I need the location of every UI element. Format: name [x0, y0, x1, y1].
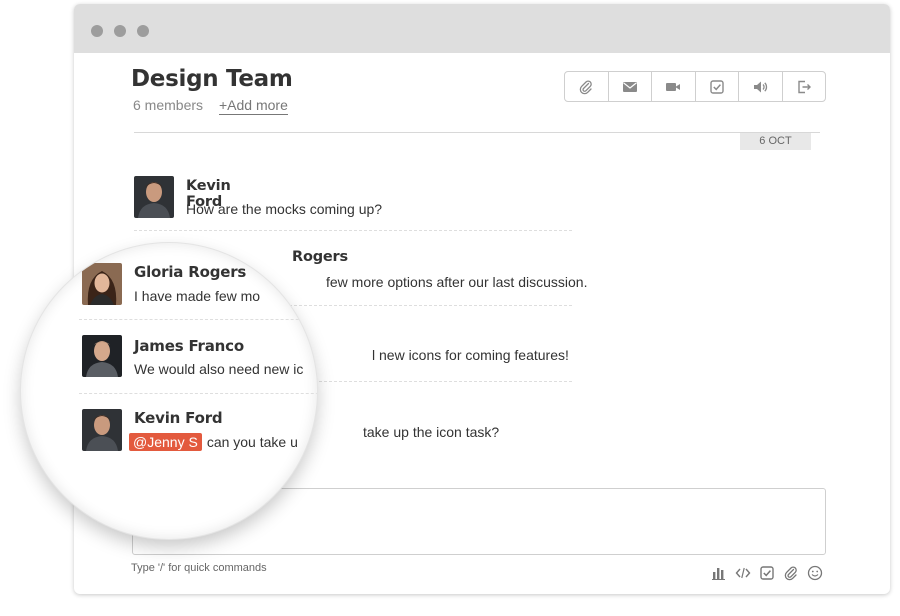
message-text: can you take u	[206, 434, 298, 450]
message-sender[interactable]: James Franco	[134, 337, 244, 355]
avatar[interactable]	[82, 409, 122, 451]
video-call-button[interactable]	[652, 72, 696, 101]
message-text: take up the icon task?	[363, 424, 500, 440]
magnifier-lens: Gloria Rogers I have made few mo James F…	[21, 243, 317, 539]
message-text: I have made few mo	[134, 288, 261, 304]
avatar[interactable]	[134, 176, 174, 218]
leave-button[interactable]	[783, 72, 826, 101]
code-icon	[735, 567, 750, 578]
avatar[interactable]	[82, 263, 122, 305]
add-more-link[interactable]: +Add more	[219, 97, 288, 115]
poll-button[interactable]	[710, 564, 727, 581]
message-text: few more options after our last discussi…	[326, 274, 588, 290]
page-title: Design Team	[131, 66, 293, 92]
window-titlebar	[74, 4, 890, 53]
paperclip-icon	[784, 565, 797, 580]
email-button[interactable]	[609, 72, 652, 101]
window-close-dot[interactable]	[91, 25, 103, 37]
message-text: We would also need new ic	[134, 361, 304, 377]
checkbox-icon	[710, 79, 724, 94]
channel-toolbar	[564, 71, 826, 102]
code-button[interactable]	[734, 564, 751, 581]
video-icon	[666, 82, 681, 91]
composer-actions	[710, 564, 823, 581]
attach-button[interactable]	[565, 72, 609, 101]
attach-file-button[interactable]	[782, 564, 799, 581]
message-text: l new icons for coming features!	[372, 347, 569, 363]
message-text: How are the mocks coming up?	[186, 201, 383, 217]
message-separator	[79, 393, 317, 394]
composer-hint: Type '/' for quick commands	[131, 562, 267, 574]
emoji-button[interactable]	[806, 564, 823, 581]
paperclip-icon	[579, 79, 593, 94]
date-badge: 6 OCT	[740, 133, 811, 150]
smiley-icon	[807, 565, 822, 580]
exit-icon	[798, 80, 811, 93]
window-minimize-dot[interactable]	[114, 25, 126, 37]
members-count: 6 members	[133, 97, 204, 113]
mail-icon	[622, 81, 637, 92]
message-separator	[79, 319, 317, 320]
mention-tag[interactable]: @Jenny S	[129, 433, 202, 451]
window-maximize-dot[interactable]	[137, 25, 149, 37]
audio-button[interactable]	[739, 72, 783, 101]
chart-icon	[711, 567, 725, 580]
speaker-icon	[754, 81, 768, 92]
message-sender[interactable]: Gloria Rogers	[134, 263, 246, 281]
tasks-button[interactable]	[696, 72, 739, 101]
task-button[interactable]	[758, 564, 775, 581]
header-divider	[134, 132, 820, 133]
message-separator	[134, 230, 572, 231]
message-text-row: @Jenny Scan you take u	[129, 433, 298, 451]
checkbox-icon	[759, 565, 774, 580]
message-sender[interactable]: Kevin Ford	[134, 409, 223, 427]
avatar[interactable]	[82, 335, 122, 377]
